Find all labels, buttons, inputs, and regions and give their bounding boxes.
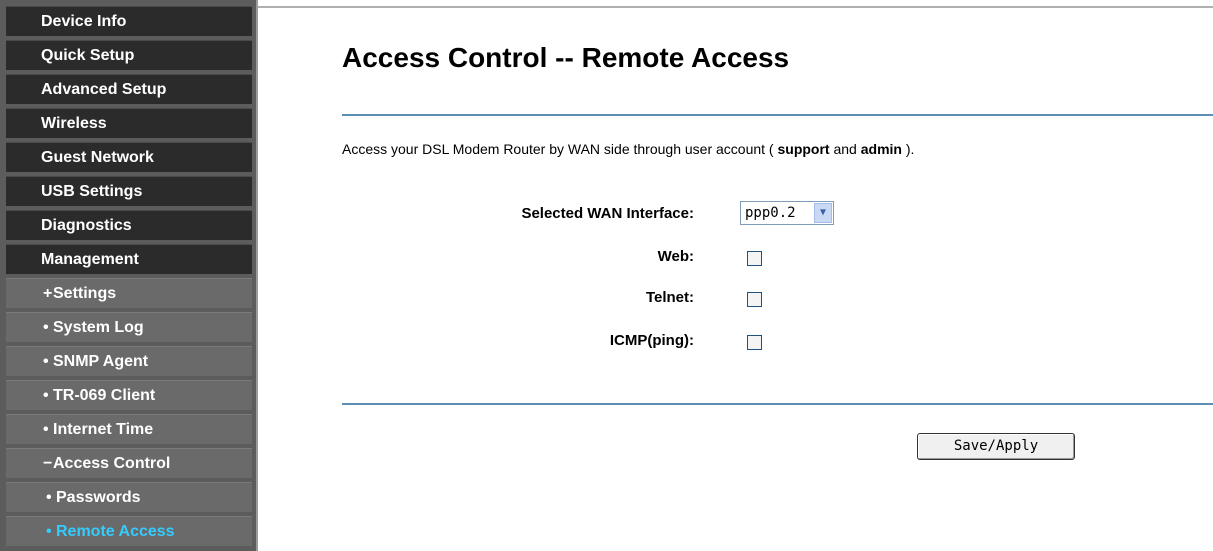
- bullet-icon: •: [46, 523, 52, 540]
- sidebar-item-system-log[interactable]: • System Log: [6, 312, 252, 342]
- telnet-checkbox[interactable]: [747, 292, 762, 307]
- bullet-icon: •: [43, 353, 49, 370]
- collapse-icon: −: [43, 455, 53, 472]
- sidebar-item-label: Passwords: [56, 489, 141, 506]
- sidebar-item-advanced-setup[interactable]: Advanced Setup: [6, 74, 252, 104]
- sidebar-item-device-info[interactable]: Device Info: [6, 6, 252, 36]
- sidebar-item-passwords[interactable]: • Passwords: [6, 482, 252, 512]
- sidebar-item-internet-time[interactable]: • Internet Time: [6, 414, 252, 444]
- bullet-icon: •: [43, 421, 49, 438]
- sidebar-item-access-control[interactable]: −Access Control: [6, 448, 252, 478]
- bullet-icon: •: [43, 387, 49, 404]
- wan-interface-select[interactable]: ppp0.2 ▼: [740, 201, 834, 225]
- bullet-icon: •: [43, 319, 49, 336]
- sidebar-item-label: TR-069 Client: [53, 387, 156, 404]
- sidebar-item-management[interactable]: Management: [6, 244, 252, 274]
- web-checkbox[interactable]: [747, 251, 762, 266]
- bullet-icon: •: [46, 489, 52, 506]
- description-suffix: ).: [901, 141, 915, 157]
- web-label: Web:: [657, 248, 694, 265]
- page-description: Access your DSL Modem Router by WAN side…: [342, 141, 914, 157]
- sidebar-item-quick-setup[interactable]: Quick Setup: [6, 40, 252, 70]
- sidebar-item-tr069-client[interactable]: • TR-069 Client: [6, 380, 252, 410]
- account-admin: admin: [860, 141, 902, 157]
- divider-top: [342, 114, 1213, 116]
- account-support: support: [777, 141, 830, 157]
- icmp-checkbox[interactable]: [747, 335, 762, 350]
- sidebar-item-label: Internet Time: [53, 421, 154, 438]
- sidebar-item-diagnostics[interactable]: Diagnostics: [6, 210, 252, 240]
- description-middle: and: [829, 141, 861, 157]
- icmp-label: ICMP(ping):: [609, 332, 694, 349]
- description-prefix: Access your DSL Modem Router by WAN side…: [342, 141, 778, 157]
- sidebar-item-label: Settings: [53, 285, 117, 302]
- sidebar-item-guest-network[interactable]: Guest Network: [6, 142, 252, 172]
- telnet-label: Telnet:: [645, 289, 694, 306]
- save-apply-button[interactable]: Save/Apply: [917, 433, 1075, 460]
- sidebar-item-wireless[interactable]: Wireless: [6, 108, 252, 138]
- sidebar-item-remote-access[interactable]: • Remote Access: [6, 516, 252, 546]
- sidebar-nav: Device Info Quick Setup Advanced Setup W…: [0, 0, 258, 551]
- sidebar-item-usb-settings[interactable]: USB Settings: [6, 176, 252, 206]
- expand-icon: +: [43, 285, 53, 302]
- top-border: [258, 6, 1213, 8]
- sidebar-item-snmp-agent[interactable]: • SNMP Agent: [6, 346, 252, 376]
- divider-bottom: [342, 403, 1213, 405]
- sidebar-item-label: Remote Access: [56, 523, 175, 540]
- sidebar-item-label: Access Control: [53, 455, 171, 472]
- sidebar-item-settings[interactable]: +Settings: [6, 278, 252, 308]
- page-title: Access Control -- Remote Access: [342, 42, 790, 73]
- chevron-down-icon[interactable]: ▼: [814, 203, 832, 223]
- wan-interface-value: ppp0.2: [745, 205, 796, 221]
- sidebar-item-label: System Log: [53, 319, 144, 336]
- sidebar-item-label: SNMP Agent: [53, 353, 149, 370]
- wan-interface-label: Selected WAN Interface:: [521, 205, 694, 222]
